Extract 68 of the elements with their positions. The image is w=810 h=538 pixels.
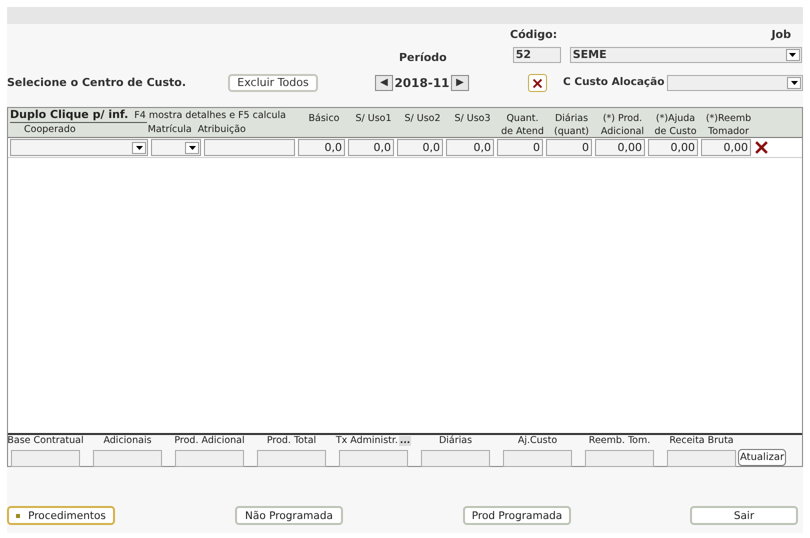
job-label: Job	[771, 26, 791, 42]
total-label: Prod. Adicional	[174, 435, 245, 447]
value-field[interactable]: 0,0	[446, 139, 494, 156]
total-label: Aj.Custo	[518, 435, 558, 447]
code-field[interactable]: 52	[512, 46, 561, 62]
job-select[interactable]: SEME	[570, 46, 802, 62]
column-header: Atribuição	[198, 123, 246, 136]
previous-period-button[interactable]: ◀	[375, 75, 393, 91]
column-header: S/ Uso1	[355, 112, 392, 125]
column-header: (*)Ajuda	[656, 112, 696, 125]
value-field[interactable]: 0,0	[298, 139, 345, 156]
period-value: 2018-11	[393, 75, 451, 92]
total-field[interactable]	[421, 450, 490, 467]
more-button[interactable]: ...	[398, 436, 412, 446]
column-header: de Atend	[501, 125, 544, 138]
total-label: Prod. Total	[266, 435, 316, 447]
code-label: Código:	[510, 26, 558, 42]
column-header: (quant)	[554, 125, 590, 138]
value-field[interactable]: 0	[497, 139, 543, 156]
action-button[interactable]: Não Programada	[235, 506, 343, 525]
column-header: Matrícula	[148, 123, 192, 136]
keys-hint: F4 mostra detalhes e F5 calcula	[134, 109, 286, 122]
total-field[interactable]	[257, 450, 326, 467]
total-label: Adicionais	[103, 435, 152, 447]
value-field[interactable]: 0,00	[595, 139, 645, 156]
clear-button[interactable]	[528, 74, 547, 92]
value-field[interactable]: 0,00	[701, 139, 751, 156]
column-header: Cooperado	[24, 123, 76, 136]
total-label: Diárias	[438, 435, 472, 447]
total-field[interactable]	[503, 450, 572, 467]
column-header: Adicional	[600, 125, 644, 138]
total-label: Receita Bruta	[669, 435, 734, 447]
column-header: Tomador	[708, 125, 749, 138]
column-header: Quant.	[506, 112, 539, 125]
period-label: Período	[399, 50, 447, 66]
assignment-field[interactable]	[204, 139, 295, 156]
column-header: Diárias	[554, 112, 588, 125]
total-label: Tx Administr.	[336, 435, 398, 447]
total-label: Base Contratual	[7, 435, 84, 447]
value-field[interactable]: 0,0	[397, 139, 443, 156]
action-button[interactable]: Prod Programada	[463, 506, 571, 525]
delete-icon	[532, 78, 543, 88]
column-header: de Custo	[654, 125, 697, 138]
total-field[interactable]	[11, 450, 80, 467]
double-click-hint: Duplo Clique p/ inf.	[10, 108, 128, 122]
next-period-button[interactable]: ▶	[451, 75, 469, 91]
value-field[interactable]: 0,0	[348, 139, 394, 156]
total-field[interactable]	[339, 450, 408, 467]
total-field[interactable]	[667, 450, 736, 467]
column-header: S/ Uso2	[404, 112, 440, 125]
total-field[interactable]	[175, 450, 244, 467]
action-button[interactable]: Sair	[690, 506, 798, 525]
value-field[interactable]: 0	[546, 139, 592, 156]
update-button[interactable]: Atualizar	[738, 449, 786, 466]
value-field[interactable]: 0,00	[648, 139, 698, 156]
column-header: (*)Reemb	[706, 112, 752, 125]
delete-icon[interactable]	[754, 140, 769, 155]
total-field[interactable]	[585, 450, 654, 467]
action-button[interactable]: Procedimentos	[7, 506, 115, 525]
total-label: Reemb. Tom.	[588, 435, 650, 447]
column-header: S/ Uso3	[454, 112, 490, 125]
cost-center-label: Selecione o Centro de Custo.	[7, 74, 188, 91]
column-header: Básico	[308, 112, 340, 125]
allocation-label: C Custo Alocação	[563, 75, 664, 90]
bullet-icon	[16, 514, 20, 518]
column-header: (*) Prod.	[602, 112, 642, 125]
delete-all-button[interactable]: Excluir Todos	[228, 74, 318, 92]
total-field[interactable]	[93, 450, 162, 467]
